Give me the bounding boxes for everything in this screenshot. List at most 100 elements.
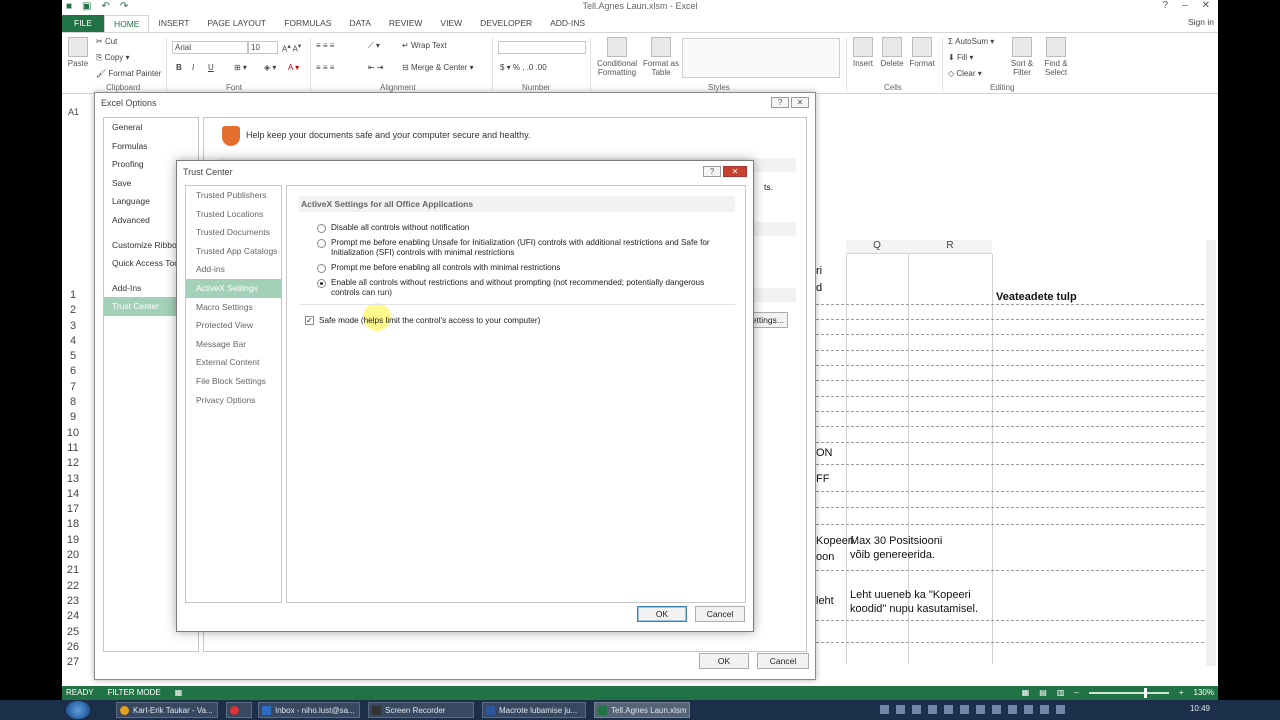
autosum-button[interactable]: Σ AutoSum ▾ [948,37,994,46]
taskbar-item-chrome[interactable]: Karl-Erik Taukar - Va... [116,702,218,718]
nav-item-message-bar[interactable]: Message Bar [186,335,281,354]
macro-record-icon[interactable]: ▦ [175,686,183,700]
close-icon[interactable]: ✕ [1202,0,1210,11]
tab-view[interactable]: VIEW [431,15,471,32]
help-icon[interactable]: ? [1162,0,1168,11]
merge-center-button[interactable]: ⊟ Merge & Center ▾ [402,63,474,72]
orientation-icon[interactable]: ⟋ ▾ [368,41,380,51]
format-as-table-button[interactable]: Format as Table [642,37,680,77]
indent-icon[interactable]: ⇤ ⇥ [368,63,384,72]
safe-mode-checkbox[interactable]: ✓ [305,316,314,325]
nav-item-add-ins[interactable]: Add-ins [186,260,281,279]
nav-item-privacy-options[interactable]: Privacy Options [186,391,281,410]
radio-label[interactable]: Prompt me before enabling Unsafe for Ini… [331,238,731,258]
taskbar-item-word[interactable]: Macrote lubamise ju... [482,702,586,718]
tray-icon[interactable] [944,705,953,714]
radio-prompt-all-controls[interactable] [317,264,326,273]
nav-item-external-content[interactable]: External Content [186,353,281,372]
row-number[interactable]: 14 [62,487,84,502]
name-box[interactable]: A1 [68,107,79,117]
sheet-grid[interactable]: ri d Veateadete tulp ON FF Kopeeri oon M… [816,254,1204,664]
tray-icon[interactable] [928,705,937,714]
tab-developer[interactable]: DEVELOPER [471,15,541,32]
vertical-scrollbar[interactable] [1206,240,1216,666]
radio-label[interactable]: Enable all controls without restrictions… [331,278,731,298]
tray-icon[interactable] [896,705,905,714]
tray-icon[interactable] [976,705,985,714]
delete-button[interactable]: Delete [878,37,906,68]
excel-options-ok-button[interactable]: OK [699,653,749,669]
cut-button[interactable]: ✂ Cut [96,37,117,46]
row-number[interactable]: 19 [62,533,84,548]
page-break-view-icon[interactable]: ▥ [1057,686,1065,700]
tray-icon[interactable] [992,705,1001,714]
nav-item-protected-view[interactable]: Protected View [186,316,281,335]
underline-button[interactable]: U [208,63,214,72]
nav-item-formulas[interactable]: Formulas [104,137,198,156]
nav-item-trusted-documents[interactable]: Trusted Documents [186,223,281,242]
tray-icon[interactable] [960,705,969,714]
tab-page-layout[interactable]: PAGE LAYOUT [198,15,275,32]
format-button[interactable]: Format [908,37,936,68]
fill-color-icon[interactable]: ◈ ▾ [264,63,276,72]
row-number[interactable]: 1 [62,288,84,303]
font-size-dropdown[interactable]: 10 [248,41,278,54]
radio-label[interactable]: Disable all controls without notificatio… [331,223,731,233]
row-number[interactable]: 22 [62,579,84,594]
trust-center-ok-button[interactable]: OK [637,606,687,622]
close-icon[interactable]: ✕ [723,166,747,177]
row-number[interactable]: 12 [62,456,84,471]
wrap-text-button[interactable]: ↵ Wrap Text [402,41,447,50]
excel-options-cancel-button[interactable]: Cancel [757,653,809,669]
clear-button[interactable]: ◇ Clear ▾ [948,69,982,78]
tab-home[interactable]: HOME [103,15,150,32]
row-number[interactable]: 3 [62,319,84,334]
zoom-slider-thumb[interactable] [1143,688,1147,698]
tab-add-ins[interactable]: ADD-INS [541,15,594,32]
column-header-q[interactable]: Q [846,240,908,254]
row-number[interactable]: 7 [62,380,84,395]
taskbar-item-outlook[interactable]: Inbox - niho.lust@sa... [258,702,360,718]
number-format-icons[interactable]: $ ▾ % , .0 .00 [500,63,547,72]
nav-item-file-block-settings[interactable]: File Block Settings [186,372,281,391]
start-button[interactable] [66,701,90,719]
tab-data[interactable]: DATA [340,15,379,32]
taskbar-item-app[interactable] [226,702,252,718]
font-name-dropdown[interactable]: Arial [172,41,248,54]
safe-mode-label[interactable]: Safe mode (helps limit the control's acc… [319,316,719,326]
align-top-icon[interactable]: ≡ ≡ ≡ [316,41,334,50]
nav-item-macro-settings[interactable]: Macro Settings [186,298,281,317]
tab-file[interactable]: FILE [62,15,104,32]
paste-button[interactable]: Paste [66,37,90,68]
sort-filter-button[interactable]: Sort & Filter [1006,37,1038,77]
number-format-dropdown[interactable] [498,41,586,54]
row-number[interactable]: 8 [62,395,84,410]
bold-button[interactable]: B [176,63,182,72]
cell-styles-gallery[interactable] [682,38,840,78]
tray-icon[interactable] [1008,705,1017,714]
row-number[interactable]: 26 [62,640,84,655]
row-number[interactable]: 9 [62,410,84,425]
row-number[interactable]: 10 [62,426,84,441]
radio-disable-all-controls[interactable] [317,224,326,233]
taskbar-item-screen-recorder[interactable]: Screen Recorder [368,702,474,718]
row-number[interactable]: 27 [62,655,84,670]
row-number[interactable]: 4 [62,334,84,349]
font-color-icon[interactable]: A ▾ [288,63,299,72]
zoom-level[interactable]: 130% [1194,686,1214,700]
normal-view-icon[interactable]: ▦ [1022,686,1030,700]
row-number[interactable]: 2 [62,303,84,318]
nav-item-trusted-app-catalogs[interactable]: Trusted App Catalogs [186,242,281,261]
conditional-formatting-button[interactable]: Conditional Formatting [594,37,640,77]
nav-item-general[interactable]: General [104,118,198,137]
row-number[interactable]: 5 [62,349,84,364]
page-layout-view-icon[interactable]: ▤ [1039,686,1047,700]
taskbar-item-excel[interactable]: Tell.Agnes Laun.xlsm [594,702,690,718]
row-number[interactable]: 13 [62,472,84,487]
bluetooth-icon[interactable] [1024,705,1033,714]
row-number[interactable]: 23 [62,594,84,609]
tab-review[interactable]: REVIEW [380,15,432,32]
sign-in-link[interactable]: Sign in [1188,17,1214,27]
radio-prompt-ufi-sfi[interactable] [317,239,326,248]
borders-icon[interactable]: ⊞ ▾ [234,63,247,72]
